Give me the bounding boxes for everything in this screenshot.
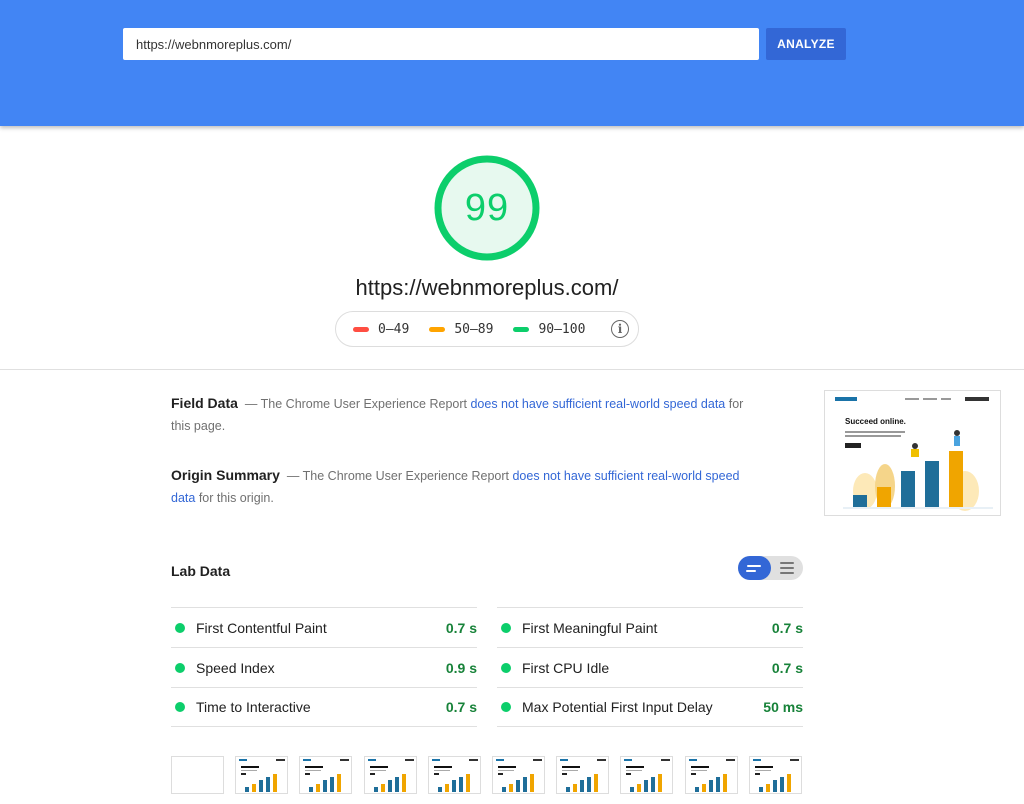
metric-label: First Contentful Paint (196, 619, 327, 636)
metric-first-meaningful-paint: First Meaningful Paint 0.7 s (497, 607, 803, 647)
origin-summary-suffix: for this origin. (195, 491, 274, 505)
legend-item-pass: 90–100 (513, 322, 585, 337)
tested-url: https://webnmoreplus.com/ (355, 275, 619, 300)
legend-average-swatch (429, 326, 446, 332)
origin-summary-section: Origin Summary — The Chrome User Experien… (171, 464, 746, 509)
metric-time-to-interactive: Time to Interactive 0.7 s (171, 687, 477, 727)
metric-label: Speed Index (196, 659, 275, 676)
metric-label: Max Potential First Input Delay (522, 699, 713, 715)
metric-value: 0.7 s (445, 619, 477, 636)
pass-dot-icon (175, 662, 185, 673)
pass-dot-icon (501, 702, 511, 712)
pass-dot-icon (175, 702, 185, 712)
lab-data-title: Lab Data (171, 563, 231, 579)
metrics-view-toggle[interactable] (738, 556, 803, 580)
metric-value: 0.9 s (445, 659, 477, 676)
legend-item-fail: 0–49 (353, 322, 409, 337)
pass-dot-icon (501, 622, 511, 633)
preview-headline: Succeed online. (845, 417, 906, 426)
top-bar: ANALYZE (0, 0, 1024, 126)
metric-value: 0.7 s (771, 619, 803, 636)
legend-fail-label: 0–49 (378, 321, 410, 337)
legend-pass-swatch (513, 326, 530, 332)
metrics-column-left: First Contentful Paint 0.7 s Speed Index… (171, 607, 477, 727)
metric-value: 50 ms (763, 699, 803, 715)
origin-summary-title: Origin Summary (171, 467, 280, 483)
compact-view-button[interactable] (738, 556, 771, 580)
filmstrip-frame (748, 756, 802, 794)
filmstrip-frame (363, 756, 417, 794)
pass-dot-icon (501, 662, 511, 673)
lab-metrics: First Contentful Paint 0.7 s Speed Index… (171, 607, 803, 728)
score-value: 99 (464, 187, 510, 229)
legend-item-average: 50–89 (429, 322, 493, 337)
legend-fail-swatch (353, 326, 369, 332)
pass-dot-icon (175, 622, 185, 633)
metric-label: First Meaningful Paint (522, 619, 658, 636)
analyze-button[interactable]: ANALYZE (766, 28, 846, 60)
score-legend: 0–49 50–89 90–100 i (335, 311, 639, 347)
filmstrip-frame (620, 756, 674, 794)
metric-label: First CPU Idle (522, 659, 610, 676)
field-data-link[interactable]: does not have sufficient real-world spee… (470, 397, 725, 411)
field-data-section: Field Data — The Chrome User Experience R… (171, 392, 751, 437)
filmstrip-frame (235, 756, 289, 794)
filmstrip-frame (684, 756, 738, 794)
url-input[interactable] (123, 28, 759, 60)
info-icon[interactable]: i (611, 320, 629, 338)
expanded-view-button[interactable] (771, 556, 804, 580)
filmstrip-frame (427, 756, 481, 794)
metric-value: 0.7 s (445, 699, 477, 715)
screenshot-thumbnail: Succeed online. (835, 397, 993, 511)
filmstrip-frame (299, 756, 353, 794)
metric-label: Time to Interactive (196, 699, 311, 715)
divider (0, 369, 1024, 370)
metric-first-contentful-paint: First Contentful Paint 0.7 s (171, 607, 477, 647)
metrics-column-right: First Meaningful Paint 0.7 s First CPU I… (497, 607, 803, 727)
metric-max-potential-fid: Max Potential First Input Delay 50 ms (497, 687, 803, 727)
legend-average-label: 50–89 (454, 321, 494, 337)
filmstrip-frame (556, 756, 610, 794)
legend-pass-label: 90–100 (538, 321, 586, 337)
field-data-title: Field Data (171, 395, 238, 411)
filmstrip-frame (171, 756, 224, 794)
metric-first-cpu-idle: First CPU Idle 0.7 s (497, 647, 803, 687)
final-screenshot: Succeed online. (824, 390, 1001, 516)
field-data-prefix: — The Chrome User Experience Report (244, 397, 471, 411)
metric-speed-index: Speed Index 0.9 s (171, 647, 477, 687)
metric-value: 0.7 s (771, 659, 803, 676)
origin-summary-prefix: — The Chrome User Experience Report (286, 469, 513, 483)
filmstrip-frame (492, 756, 545, 794)
